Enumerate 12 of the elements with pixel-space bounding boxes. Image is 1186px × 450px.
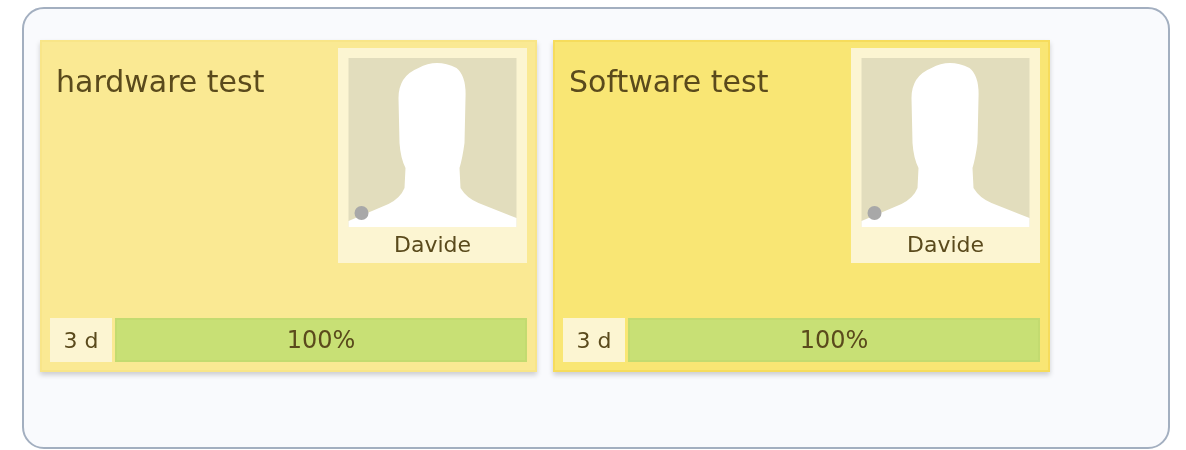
assignee-name: Davide [906, 231, 985, 259]
task-card[interactable]: Software test Davide 3 d 100% [553, 40, 1050, 372]
progress-label: 100% [799, 326, 869, 354]
task-card[interactable]: hardware test Davide 3 d 100% [40, 40, 537, 372]
assignee-name: Davide [393, 231, 472, 259]
duration-label: 3 d [50, 318, 112, 362]
task-title: hardware test [55, 63, 265, 101]
progress-label: 100% [286, 326, 356, 354]
duration-label: 3 d [563, 318, 625, 362]
person-silhouette-icon [861, 58, 1030, 227]
task-title: Software test [568, 63, 769, 101]
person-silhouette-icon [348, 58, 517, 227]
